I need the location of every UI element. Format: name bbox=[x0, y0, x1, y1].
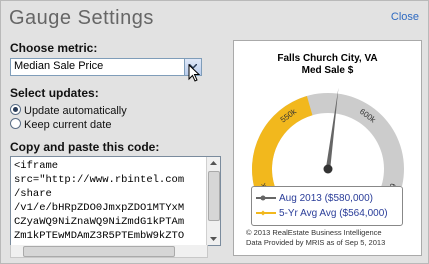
metric-select-value: Median Sale Price bbox=[14, 60, 104, 72]
legend-label: Aug 2013 ($580,000) bbox=[279, 193, 373, 204]
data-source-text: Data Provided by MRIS as of Sep 5, 2013 bbox=[246, 238, 386, 247]
scroll-up-arrow-icon[interactable] bbox=[207, 157, 220, 170]
gauge-preview: Falls Church City, VA Med Sale $ 500k550… bbox=[233, 40, 422, 256]
radio-label: Keep current date bbox=[24, 119, 112, 131]
vertical-scrollbar[interactable] bbox=[206, 157, 220, 245]
legend-line-marker bbox=[256, 210, 276, 216]
gauge-needle-hub bbox=[323, 164, 333, 174]
gauge-chart: 500k550k600k650k bbox=[252, 87, 404, 186]
legend-label: 5-Yr Avg Avg ($564,000) bbox=[279, 208, 388, 219]
legend-item-current: Aug 2013 ($580,000) bbox=[256, 193, 373, 205]
metric-select[interactable]: Median Sale Price bbox=[10, 58, 202, 76]
horizontal-scroll-thumb[interactable] bbox=[23, 246, 175, 257]
close-link[interactable]: Close bbox=[391, 11, 419, 23]
dialog-title: Gauge Settings bbox=[9, 7, 154, 29]
embed-code-textarea[interactable]: <iframe src="http://www.rbintel.com /sha… bbox=[10, 156, 221, 246]
horizontal-scrollbar[interactable] bbox=[10, 245, 208, 258]
scroll-down-arrow-icon[interactable] bbox=[207, 232, 220, 245]
legend-line-marker bbox=[256, 195, 276, 201]
code-label: Copy and paste this code: bbox=[10, 140, 160, 154]
radio-keep-current-date[interactable]: Keep current date bbox=[10, 118, 111, 131]
radio-button-selected[interactable] bbox=[10, 104, 21, 115]
gauge-average-band bbox=[252, 95, 313, 186]
copyright-text: © 2013 RealEstate Business Intelligence bbox=[246, 228, 382, 237]
radio-update-automatically[interactable]: Update automatically bbox=[10, 104, 127, 117]
mouse-pointer-icon bbox=[188, 64, 200, 82]
updates-label: Select updates: bbox=[10, 86, 99, 100]
embed-code-text[interactable]: <iframe src="http://www.rbintel.com /sha… bbox=[11, 157, 220, 243]
legend-item-average: 5-Yr Avg Avg ($564,000) bbox=[256, 208, 388, 220]
radio-label: Update automatically bbox=[24, 105, 127, 117]
radio-button[interactable] bbox=[10, 118, 21, 129]
vertical-scroll-thumb[interactable] bbox=[208, 171, 220, 221]
gauge-legend: Aug 2013 ($580,000) 5-Yr Avg Avg ($564,0… bbox=[251, 186, 403, 226]
metric-label: Choose metric: bbox=[10, 41, 98, 55]
gauge-footer: © 2013 RealEstate Business Intelligence … bbox=[234, 228, 421, 248]
gauge-settings-dialog: Gauge Settings Close Choose metric: Medi… bbox=[0, 0, 429, 264]
